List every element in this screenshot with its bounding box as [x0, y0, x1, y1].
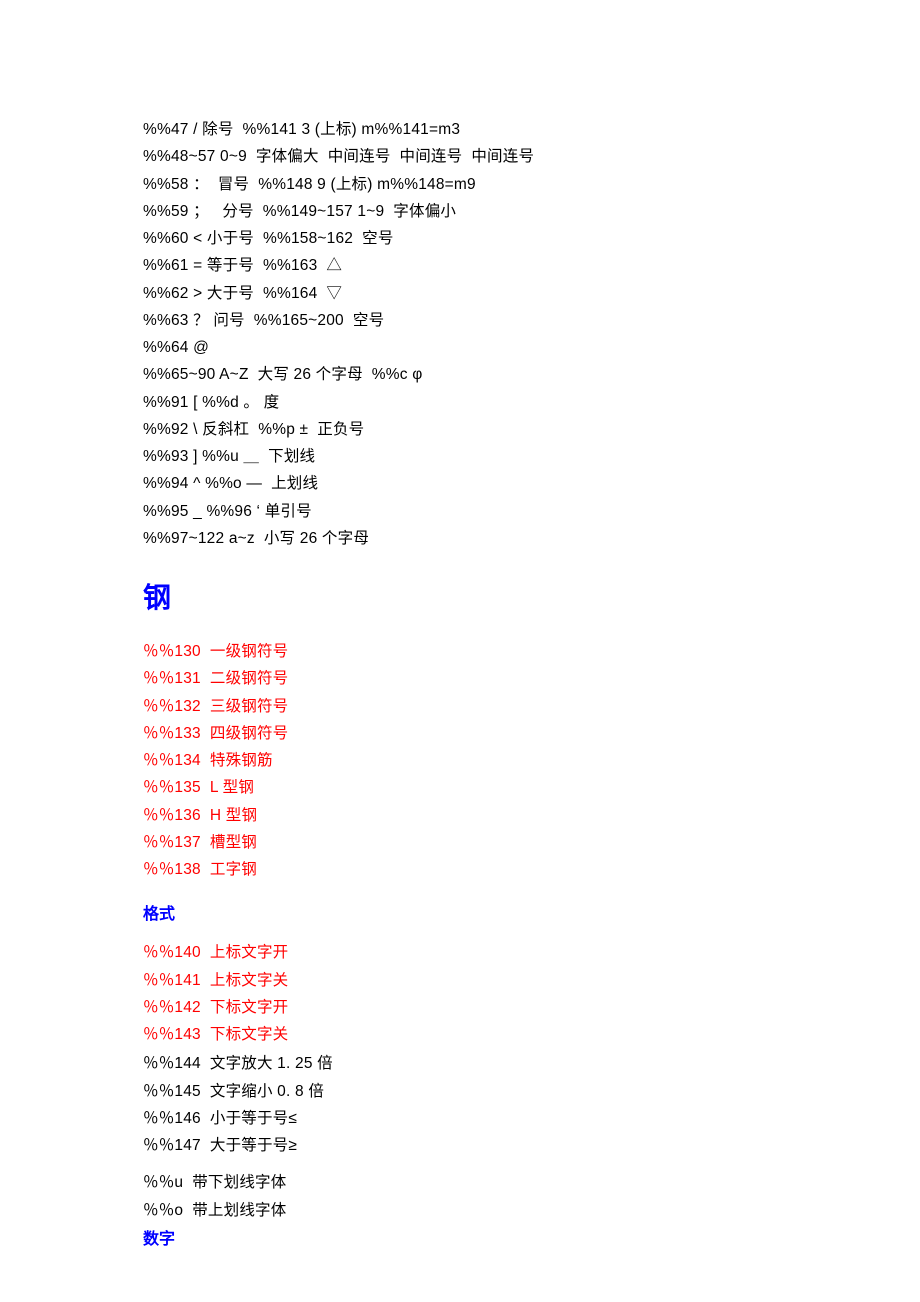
text-line: ％％142 下标文字开	[143, 996, 783, 1019]
text-line: %%59 ； 分号 %%149~157 1~9 字体偏小	[143, 200, 783, 223]
text-line: %%48~57 0~9 字体偏大 中间连号 中间连号 中间连号	[143, 145, 783, 168]
text-line: %%94 ^ %%o — 上划线	[143, 472, 783, 495]
text-line: ％％145 文字缩小 0. 8 倍	[143, 1080, 783, 1103]
text-line: ％％147 大于等于号≥	[143, 1134, 783, 1157]
text-line: %%61 = 等于号 %%163 △	[143, 254, 783, 277]
text-line: %%92 \ 反斜杠 %%p ± 正负号	[143, 418, 783, 441]
text-line: %%58 ： 冒号 %%148 9 (上标) m%%148=m9	[143, 173, 783, 196]
text-line: ％％141 上标文字关	[143, 969, 783, 992]
heading-format: 格式	[143, 903, 783, 927]
text-line: %%65~90 A~Z 大写 26 个字母 %%c φ	[143, 363, 783, 386]
text-line: %%95 _ %%96 ‘ 单引号	[143, 500, 783, 523]
underline-block: ％％u 带下划线字体 ％％o 带上划线字体	[143, 1171, 783, 1222]
steel-list: ％％130 一级钢符号 ％％131 二级钢符号 ％％132 三级钢符号 ％％13…	[143, 640, 783, 881]
heading-steel: 钢	[143, 578, 783, 620]
heading-number: 数字	[143, 1228, 783, 1252]
format-red-list: ％％140 上标文字开 ％％141 上标文字关 ％％142 下标文字开 ％％14…	[143, 941, 783, 1046]
text-line: ％％134 特殊钢筋	[143, 749, 783, 772]
text-line: ％％144 文字放大 1. 25 倍	[143, 1052, 783, 1075]
text-line: %%93 ] %%u ＿ 下划线	[143, 445, 783, 468]
text-line: %%62 > 大于号 %%164 ▽	[143, 282, 783, 305]
text-line: %%60 < 小于号 %%158~162 空号	[143, 227, 783, 250]
text-line: ％％136 H 型钢	[143, 804, 783, 827]
text-line: ％％146 小于等于号≤	[143, 1107, 783, 1130]
text-line: %%47 / 除号 %%141 3 (上标) m%%141=m3	[143, 118, 783, 141]
text-line: ％％137 槽型钢	[143, 831, 783, 854]
text-line: %%97~122 a~z 小写 26 个字母	[143, 527, 783, 550]
text-line: ％％138 工字钢	[143, 858, 783, 881]
text-line: %%63 ？ 问号 %%165~200 空号	[143, 309, 783, 332]
text-line: %%64 @	[143, 336, 783, 359]
text-line: ％％135 L 型钢	[143, 776, 783, 799]
text-line: ％％143 下标文字关	[143, 1023, 783, 1046]
text-line: ％％130 一级钢符号	[143, 640, 783, 663]
spacer	[143, 1163, 783, 1171]
document-page: %%47 / 除号 %%141 3 (上标) m%%141=m3 %%48~57…	[0, 0, 783, 1252]
text-line: ％％131 二级钢符号	[143, 667, 783, 690]
text-line: ％％o 带上划线字体	[143, 1199, 783, 1222]
text-line: ％％133 四级钢符号	[143, 722, 783, 745]
top-symbol-block: %%47 / 除号 %%141 3 (上标) m%%141=m3 %%48~57…	[143, 118, 783, 550]
format-black-list: ％％144 文字放大 1. 25 倍 ％％145 文字缩小 0. 8 倍 ％％1…	[143, 1052, 783, 1157]
text-line: %%91 [ %%d 。 度	[143, 391, 783, 414]
text-line: ％％u 带下划线字体	[143, 1171, 783, 1194]
text-line: ％％140 上标文字开	[143, 941, 783, 964]
text-line: ％％132 三级钢符号	[143, 695, 783, 718]
